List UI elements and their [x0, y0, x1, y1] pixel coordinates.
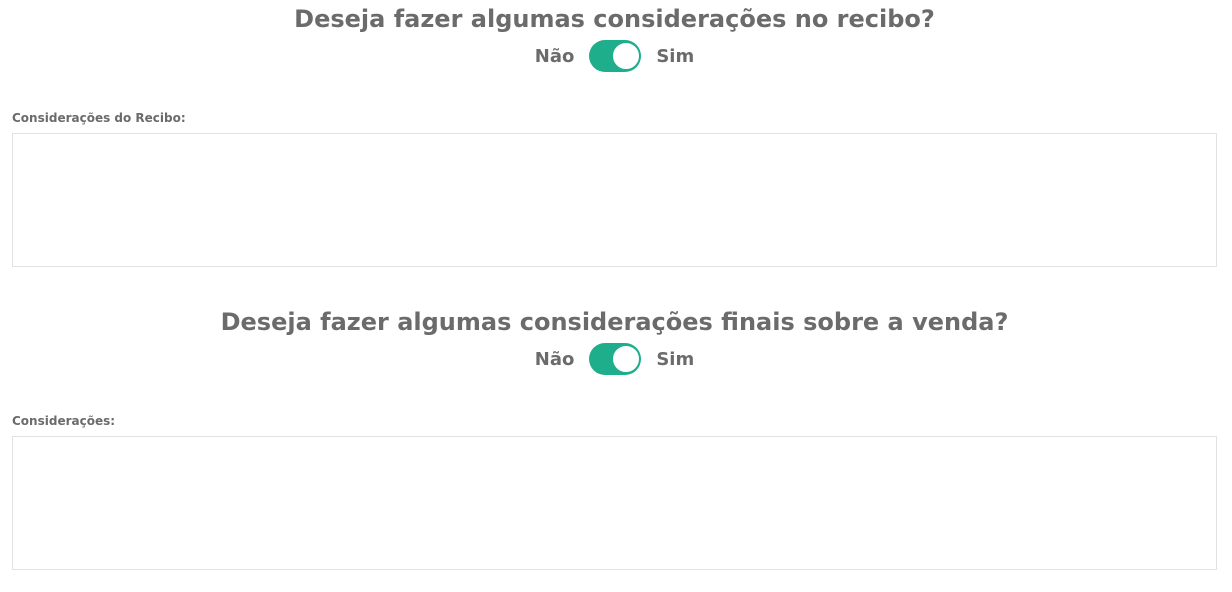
receipt-toggle-on-label: Sim — [656, 45, 695, 67]
receipt-toggle-off-label: Não — [534, 45, 575, 67]
sale-considerations-question: Deseja fazer algumas considerações finai… — [220, 308, 1009, 336]
sale-toggle-off-label: Não — [534, 348, 575, 370]
sale-toggle-row: Não Sim — [0, 343, 1229, 375]
sale-considerations-textarea[interactable] — [12, 436, 1217, 570]
toggle-knob — [612, 345, 641, 373]
sale-considerations-toggle[interactable] — [589, 343, 642, 375]
sale-considerations-label: Considerações: — [12, 414, 116, 428]
receipt-toggle-row: Não Sim — [0, 40, 1229, 72]
receipt-considerations-toggle[interactable] — [589, 40, 642, 72]
sale-toggle-on-label: Sim — [656, 348, 695, 370]
receipt-considerations-textarea[interactable] — [12, 133, 1217, 267]
considerations-form: Deseja fazer algumas considerações no re… — [0, 0, 1232, 592]
toggle-knob — [612, 42, 641, 70]
receipt-considerations-question: Deseja fazer algumas considerações no re… — [294, 5, 935, 33]
receipt-considerations-label: Considerações do Recibo: — [12, 111, 186, 125]
